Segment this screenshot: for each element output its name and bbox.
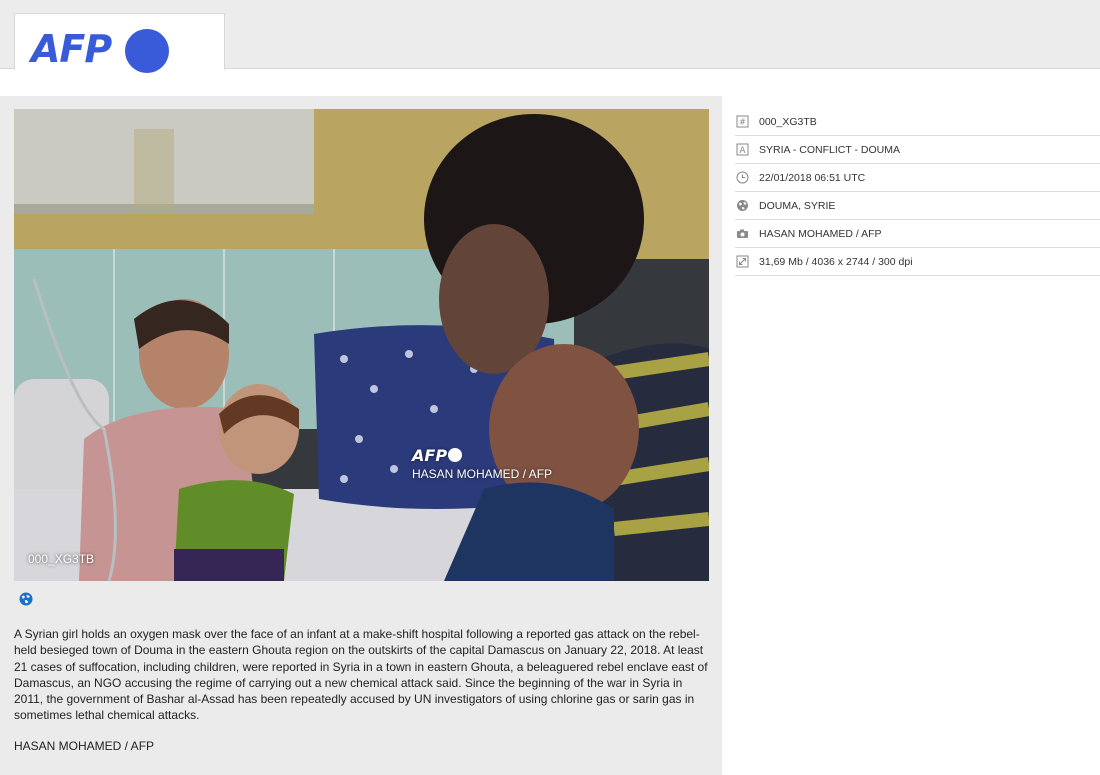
globe-icon bbox=[736, 199, 749, 212]
id-icon: # bbox=[736, 115, 749, 128]
meta-filesize: 31,69 Mb / 4036 x 2744 / 300 dpi bbox=[735, 248, 1100, 276]
photo-watermark: AFP HASAN MOHAMED / AFP bbox=[412, 446, 553, 482]
watermark-credit: HASAN MOHAMED / AFP bbox=[412, 467, 553, 481]
news-photo[interactable]: AFP HASAN MOHAMED / AFP 000_XG3TB bbox=[14, 109, 709, 581]
meta-location: DOUMA, SYRIE bbox=[735, 192, 1100, 220]
globe-icon[interactable] bbox=[19, 592, 33, 606]
clock-icon bbox=[736, 171, 749, 184]
title-icon: A bbox=[736, 143, 749, 156]
afp-logo-dot bbox=[125, 29, 169, 73]
meta-id: # 000_XG3TB bbox=[735, 108, 1100, 136]
meta-date-text: 22/01/2018 06:51 UTC bbox=[759, 172, 866, 184]
meta-title: A SYRIA - CONFLICT - DOUMA bbox=[735, 136, 1100, 164]
camera-icon bbox=[736, 227, 749, 240]
meta-photographer-text: HASAN MOHAMED / AFP bbox=[759, 228, 882, 240]
photo-panel: AFP HASAN MOHAMED / AFP 000_XG3TB A Syri… bbox=[0, 96, 722, 775]
photo-image bbox=[14, 109, 709, 581]
photo-caption: A Syrian girl holds an oxygen mask over … bbox=[14, 627, 708, 723]
meta-filesize-text: 31,69 Mb / 4036 x 2744 / 300 dpi bbox=[759, 256, 913, 268]
photo-credit: HASAN MOHAMED / AFP bbox=[14, 739, 155, 753]
resize-icon bbox=[736, 255, 749, 268]
logo-tab[interactable]: AFP bbox=[14, 13, 225, 73]
afp-logo: AFP bbox=[31, 27, 112, 71]
metadata-list: # 000_XG3TB A SYRIA - CONFLICT - DOUMA 2… bbox=[735, 108, 1100, 276]
header-bar: AFP bbox=[0, 0, 1100, 73]
svg-text:#: # bbox=[739, 118, 746, 127]
meta-date: 22/01/2018 06:51 UTC bbox=[735, 164, 1100, 192]
photo-id-overlay: 000_XG3TB bbox=[28, 552, 95, 566]
meta-id-text: 000_XG3TB bbox=[759, 116, 817, 128]
meta-photographer: HASAN MOHAMED / AFP bbox=[735, 220, 1100, 248]
meta-title-text: SYRIA - CONFLICT - DOUMA bbox=[759, 144, 900, 156]
meta-location-text: DOUMA, SYRIE bbox=[759, 200, 836, 212]
watermark-dot bbox=[448, 448, 463, 462]
watermark-logo: AFP bbox=[412, 446, 448, 465]
svg-text:A: A bbox=[739, 146, 746, 156]
